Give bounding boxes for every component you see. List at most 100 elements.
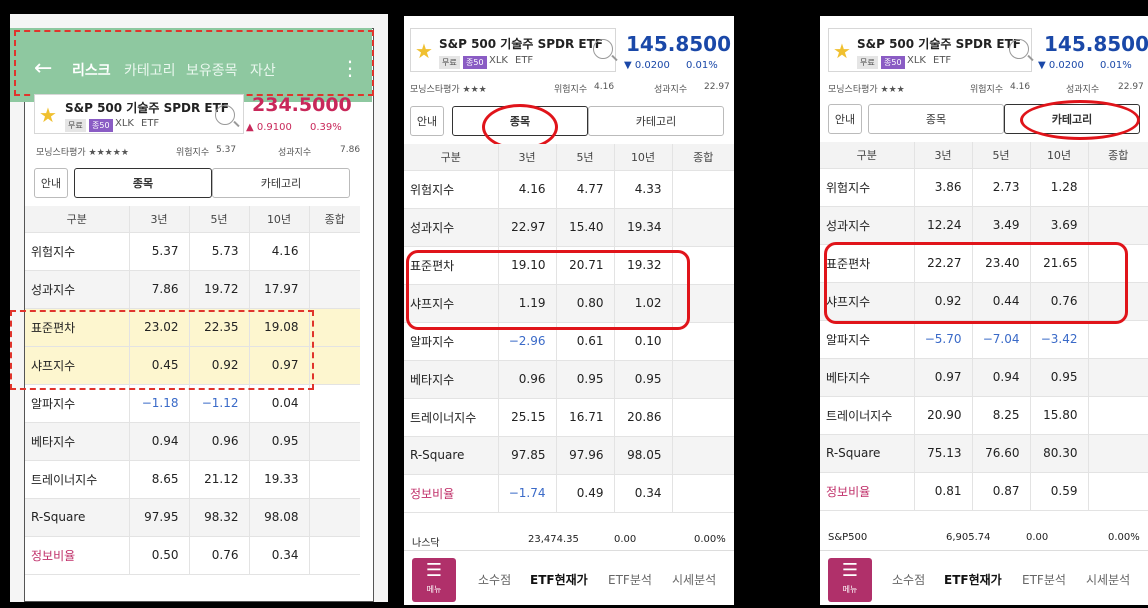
row-label: 베타지수 [820, 358, 915, 397]
menu-button[interactable]: ☰ 메뉴 [828, 558, 872, 602]
morningstar-rating: 모닝스타평가 ★★★ [828, 85, 905, 95]
cell-value: 5.73 [189, 232, 250, 271]
index-name: 나스닥 [412, 538, 440, 549]
cell-value: 3.86 [914, 168, 973, 207]
favorite-star-icon[interactable]: ★ [39, 103, 57, 127]
cell-value: −3.42 [1030, 320, 1089, 359]
toggle-stock[interactable]: 종목 [868, 104, 1004, 134]
cell-value: 12.24 [914, 206, 973, 245]
annotation-dashed-box-tabs [14, 30, 374, 96]
cell-value: 98.08 [249, 498, 310, 537]
nav-quote-analysis[interactable]: 시세분석 [1086, 571, 1130, 588]
index-value: 6,905.74 [946, 532, 991, 543]
nav-quote-analysis[interactable]: 시세분석 [672, 571, 716, 588]
table-row: 성과지수 7.86 19.72 17.97 [25, 270, 360, 309]
favorite-star-icon[interactable]: ★ [415, 39, 433, 63]
perf-index-label: 성과지수 [1066, 85, 1100, 95]
index-pct: 0.00% [1108, 532, 1140, 543]
price-change-pct: 0.01% [686, 60, 718, 71]
nav-fractional[interactable]: 소수점 [892, 571, 925, 588]
cell-empty [1088, 168, 1148, 207]
perf-index-value: 22.97 [1118, 82, 1144, 92]
column-header: 종합 [309, 206, 360, 233]
cell-value: 3.49 [972, 206, 1031, 245]
cell-value: 8.25 [972, 396, 1031, 435]
cell-value: 0.50 [129, 536, 190, 575]
stock-search-box[interactable]: ★ S&P 500 기술주 SPDR ETF 무료 종50 XLK ETF [828, 28, 1032, 72]
ticker: XLK [115, 118, 134, 129]
table-row: 베타지수 0.97 0.94 0.95 [820, 358, 1148, 397]
row-label: 성과지수 [404, 208, 499, 247]
column-header: 10년 [1030, 142, 1089, 169]
nav-etf-analysis[interactable]: ETF분석 [608, 571, 652, 588]
cell-empty [672, 360, 734, 399]
cell-empty [309, 384, 360, 423]
perf-index-value: 22.97 [704, 82, 730, 92]
cell-value: 97.96 [556, 436, 615, 475]
row-label: 정보비율 [25, 536, 130, 575]
favorite-star-icon[interactable]: ★ [833, 39, 851, 63]
search-icon[interactable] [593, 39, 613, 59]
price-change: ▼ 0.0200 [1038, 60, 1084, 71]
cell-empty [309, 308, 360, 347]
toggle-category[interactable]: 카테고리 [212, 168, 350, 198]
menu-label: 메뉴 [842, 585, 858, 594]
table-row: R-Square 97.95 98.32 98.08 [25, 498, 360, 537]
cell-value: 97.95 [129, 498, 190, 537]
cell-value: 0.87 [972, 472, 1031, 511]
cell-value: 0.96 [189, 422, 250, 461]
cell-value: 4.16 [498, 170, 557, 209]
cell-value: 15.40 [556, 208, 615, 247]
stock-search-box[interactable]: ★ S&P 500 기술주 SPDR ETF 무료 종50 XLK ETF [410, 28, 616, 72]
search-icon[interactable] [215, 105, 235, 125]
badge-free: 무료 [65, 119, 86, 132]
column-header: 3년 [914, 142, 973, 169]
nav-etf-price[interactable]: ETF현재가 [944, 571, 1002, 588]
menu-button[interactable]: ☰ 메뉴 [412, 558, 456, 602]
nav-etf-price[interactable]: ETF현재가 [530, 571, 588, 588]
nav-etf-analysis[interactable]: ETF분석 [1022, 571, 1066, 588]
current-price: 234.5000 [252, 94, 352, 116]
info-button[interactable]: 안내 [34, 168, 68, 198]
perf-index-label: 성과지수 [654, 85, 688, 95]
row-label: 위험지수 [25, 232, 130, 271]
cell-empty [309, 498, 360, 537]
current-price: 145.8500 [1044, 32, 1148, 56]
price-change: ▼ 0.0200 [624, 60, 670, 71]
cell-empty [309, 460, 360, 499]
cell-value: 19.33 [249, 460, 310, 499]
row-label: 정보비율 [404, 474, 499, 513]
table-row: 베타지수 0.94 0.96 0.95 [25, 422, 360, 461]
cell-empty [1088, 396, 1148, 435]
info-button[interactable]: 안내 [410, 106, 444, 136]
row-label: 베타지수 [25, 422, 130, 461]
table-header-row: 구분 3년 5년 10년 종합 [404, 144, 734, 171]
column-header: 5년 [972, 142, 1031, 169]
row-label: 트레이너지수 [404, 398, 499, 437]
column-header: 종합 [1088, 142, 1148, 169]
stock-search-box[interactable]: ★ S&P 500 기술주 SPDR ETF 무료 종50 XLK ETF [34, 94, 244, 134]
cell-value: 0.34 [614, 474, 673, 513]
cell-value: 19.34 [614, 208, 673, 247]
info-button[interactable]: 안내 [828, 104, 862, 134]
risk-index-value: 5.37 [216, 145, 237, 155]
toggle-stock[interactable]: 종목 [74, 168, 212, 198]
search-icon[interactable] [1009, 39, 1029, 59]
cell-value: 25.15 [498, 398, 557, 437]
cell-value: 0.95 [614, 360, 673, 399]
asset-type: ETF [933, 55, 952, 66]
toggle-category[interactable]: 카테고리 [588, 106, 724, 136]
cell-value: 0.95 [1030, 358, 1089, 397]
bottom-navigation: ☰ 메뉴 소수점 ETF현재가 ETF분석 시세분석 [820, 550, 1148, 605]
risk-index-label: 위험지수 [970, 85, 1004, 95]
row-label: 베타지수 [404, 360, 499, 399]
nav-fractional[interactable]: 소수점 [478, 571, 511, 588]
cell-value: 0.81 [914, 472, 973, 511]
index-change: 0.00 [614, 534, 637, 545]
column-header: 5년 [189, 206, 250, 233]
badge-grade: 종50 [463, 56, 487, 69]
risk-index-value: 4.16 [594, 82, 615, 92]
table-row: 정보비율 0.81 0.87 0.59 [820, 472, 1148, 511]
row-label: 알파지수 [820, 320, 915, 359]
cell-value: 0.95 [556, 360, 615, 399]
